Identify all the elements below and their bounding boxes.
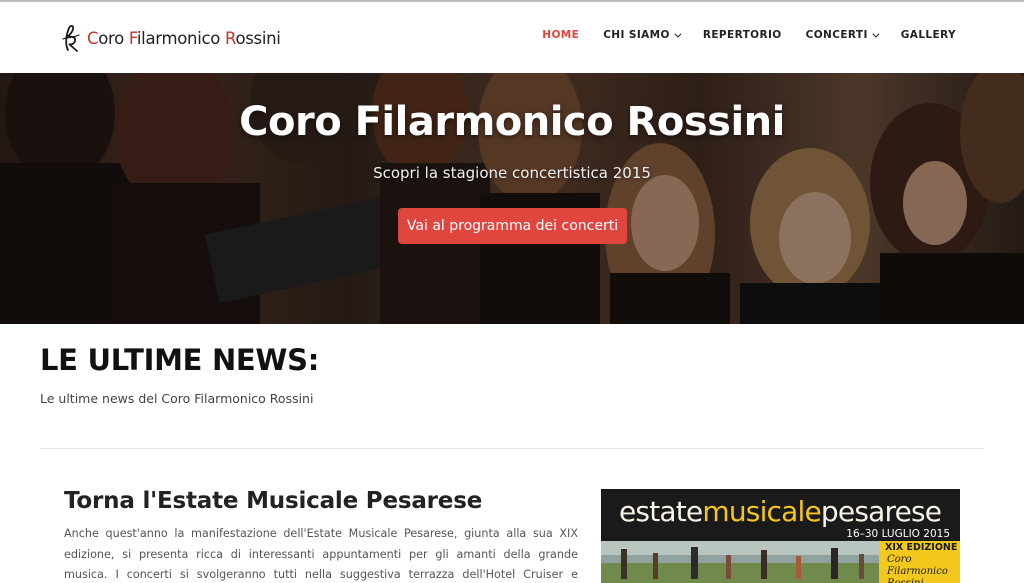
logo-monogram-icon [62, 25, 80, 52]
logo-word-oro: oro [98, 28, 129, 48]
chevron-down-icon [872, 30, 880, 38]
site-logo[interactable]: Coro Filarmonico Rossini [59, 22, 281, 54]
poster-wordmark: estatemusicalepesarese [619, 495, 942, 528]
logo-word-ossini: ossini [235, 28, 281, 48]
nav-item-label: GALLERY [900, 29, 956, 41]
logo-word-ilarmonico: ilarmonico [136, 28, 225, 48]
navbar: Coro Filarmonico Rossini HOME CHI SIAMO … [0, 2, 1024, 73]
nav-item-label: CHI SIAMO [603, 29, 670, 41]
nav-item-label: CONCERTI [805, 29, 868, 41]
poster-word-estate: estate [619, 495, 703, 528]
nav-item-label: REPERTORIO [702, 29, 782, 41]
hero-title: Coro Filarmonico Rossini [239, 99, 785, 145]
hero-subtitle: Scopri la stagione concertistica 2015 [373, 164, 651, 182]
poster-word-pesarese: pesarese [820, 495, 942, 528]
nav-item-concerti[interactable]: CONCERTI [805, 29, 880, 41]
hero-banner: Coro Filarmonico Rossini Scopri la stagi… [0, 73, 1024, 324]
poster-word-musicale: musicale [702, 495, 821, 528]
concert-program-button[interactable]: Vai al programma dei concerti [398, 208, 627, 244]
article-body: Anche quest'anno la manifestazione dell'… [64, 527, 578, 581]
section-divider [40, 448, 984, 449]
poster-dates: 16–30 LUGLIO 2015 [846, 528, 950, 540]
news-subheading: Le ultime news del Coro Filarmonico Ross… [40, 391, 314, 406]
nav-item-label: HOME [542, 29, 580, 41]
poster-painting [601, 541, 879, 583]
logo-letter-f: F [128, 28, 137, 48]
article-title[interactable]: Torna l'Estate Musicale Pesarese [64, 488, 482, 514]
logo-letter-r: R [225, 28, 236, 48]
nav-item-chi-siamo[interactable]: CHI SIAMO [603, 29, 682, 41]
main-nav: HOME CHI SIAMO REPERTORIO CONCERTI GALLE… [518, 29, 956, 41]
nav-item-gallery[interactable]: GALLERY [901, 29, 956, 41]
logo-letter-c: C [87, 28, 99, 48]
poster-choir-name: Coro Filarmonico Rossini [887, 554, 948, 583]
logo-text: Coro Filarmonico Rossini [87, 29, 281, 48]
nav-item-repertorio[interactable]: REPERTORIO [703, 29, 782, 41]
poster-edition: XIX EDIZIONE [885, 542, 958, 553]
chevron-down-icon [674, 30, 682, 38]
article-poster-image[interactable]: estatemusicalepesarese 16–30 LUGLIO 2015… [601, 489, 960, 583]
news-heading: LE ULTIME NEWS: [40, 343, 320, 377]
nav-item-home[interactable]: HOME [542, 29, 579, 41]
